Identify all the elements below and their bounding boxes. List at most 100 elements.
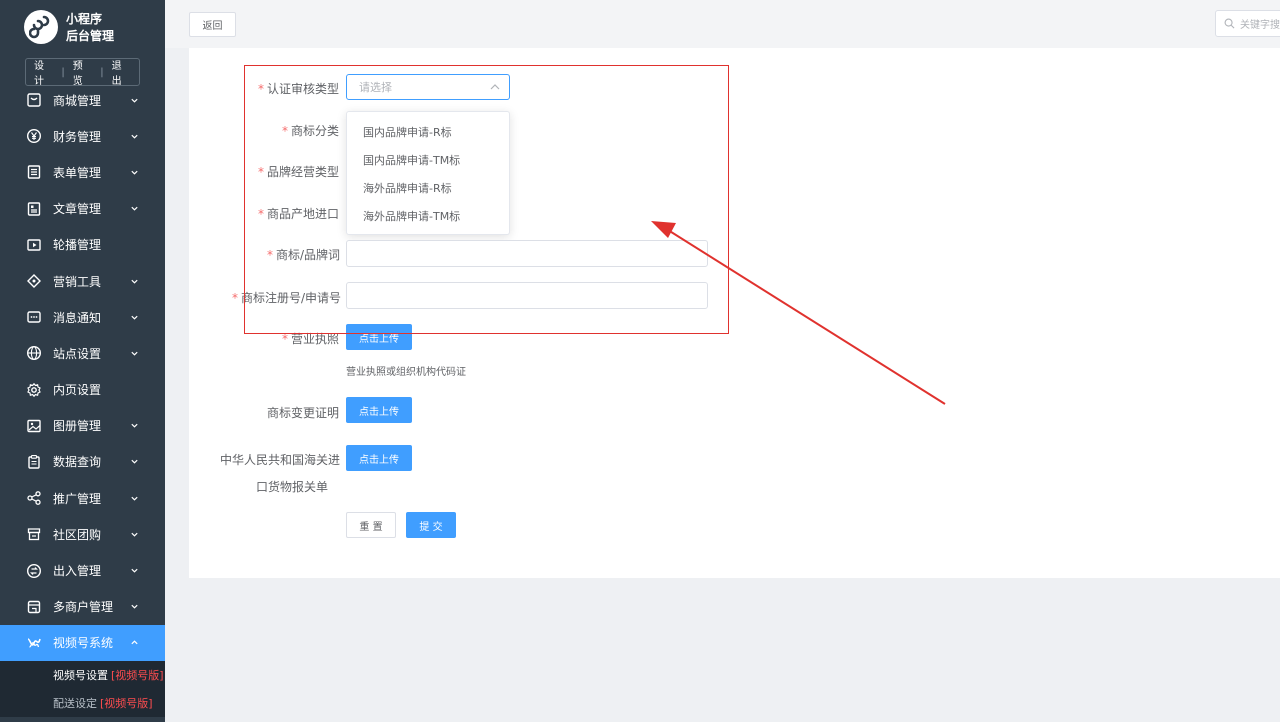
- logo-line2: 后台管理: [66, 29, 115, 43]
- sidebar-item-label: 数据查询: [53, 455, 102, 470]
- chevron-up-icon: [490, 84, 500, 90]
- sidebar-item[interactable]: 视频号系统: [0, 624, 165, 661]
- logo-line1: 小程序: [66, 12, 103, 26]
- audit-type-select[interactable]: 请选择: [346, 74, 510, 100]
- chevron-down-icon: [131, 170, 138, 175]
- customs-label-line1: 中华人民共和国海关进: [220, 453, 341, 467]
- sidebar-item-label: 多商户管理: [53, 600, 114, 615]
- globe-icon: [26, 346, 42, 361]
- license-label: * 营业执照: [282, 332, 340, 346]
- video-icon: [27, 638, 41, 648]
- submenu-item[interactable]: 视频号设置 [视频号版]: [0, 661, 165, 689]
- merchant-icon: [27, 600, 41, 613]
- sidebar-item[interactable]: 商城管理: [0, 82, 165, 118]
- dropdown-option[interactable]: 海外品牌申请-TM标: [347, 202, 509, 230]
- brand-word-input[interactable]: [346, 240, 708, 267]
- chevron-down-icon: [131, 134, 138, 139]
- brand-type-label: * 品牌经营类型: [258, 165, 340, 179]
- clipboard-icon: [28, 455, 40, 469]
- sidebar-item-label: 表单管理: [53, 165, 102, 180]
- sidebar-item[interactable]: 文章管理: [0, 191, 165, 227]
- chevron-down-icon: [131, 206, 138, 211]
- exchange-icon: [26, 563, 42, 578]
- chevron-down-icon: [131, 98, 138, 103]
- sidebar-item[interactable]: 数据查询: [0, 444, 165, 480]
- sidebar-item-label: 站点设置: [53, 346, 102, 361]
- search-input[interactable]: 关键字搜: [1215, 10, 1280, 37]
- article-icon: [27, 201, 41, 216]
- brand-word-label: * 商标/品牌词: [267, 248, 341, 262]
- sidebar-item[interactable]: 多商户管理: [0, 589, 165, 625]
- sidebar-item-label: 商城管理: [53, 93, 102, 108]
- sidebar-item-label: 出入管理: [53, 564, 102, 579]
- chevron-down-icon: [131, 424, 138, 428]
- sidebar-item[interactable]: 表单管理: [0, 154, 165, 190]
- sidebar-item[interactable]: 营销工具: [0, 263, 165, 299]
- sidebar-item[interactable]: 轮播管理: [0, 227, 165, 263]
- form-icon: [27, 165, 41, 180]
- customs-upload-button[interactable]: 点击上传: [346, 445, 412, 471]
- dropdown-option[interactable]: 国内品牌申请-TM标: [347, 146, 509, 174]
- license-upload-button[interactable]: 点击上传: [346, 324, 412, 350]
- sidebar: 小程序 后台管理 设计 | 预览 | 退出 商城管理 财务管理 表单管理 文章管理 轮播…: [0, 0, 165, 722]
- search-placeholder: 关键字搜: [1240, 20, 1280, 31]
- reset-button[interactable]: 重 置: [346, 512, 396, 538]
- category-label: * 商标分类: [282, 124, 340, 138]
- change-cert-upload-button[interactable]: 点击上传: [346, 397, 412, 423]
- origin-import-label: * 商品产地进口: [258, 207, 340, 221]
- chevron-down-icon: [131, 568, 138, 573]
- image-icon: [27, 419, 41, 432]
- dropdown-option[interactable]: 国内品牌申请-R标: [347, 118, 509, 146]
- license-hint: 营业执照或组织机构代码证: [346, 367, 466, 378]
- customs-label-line2: 口货物报关单: [256, 480, 329, 494]
- chevron-down-icon: [131, 279, 138, 284]
- tag-icon: [27, 274, 41, 289]
- submenu-item[interactable]: 配送设定 [视频号版]: [0, 689, 165, 717]
- share-icon: [27, 491, 41, 506]
- yen-icon: [26, 129, 42, 144]
- dropdown-option[interactable]: 海外品牌申请-R标: [347, 174, 509, 202]
- sidebar-item[interactable]: 内页设置: [0, 372, 165, 408]
- chevron-down-icon: [131, 532, 138, 537]
- logo-text: 小程序 后台管理: [66, 11, 114, 45]
- sidebar-item[interactable]: 财务管理: [0, 118, 165, 154]
- mini-program-logo-icon: [24, 10, 58, 44]
- sidebar-item-label: 图册管理: [53, 419, 102, 434]
- submenu-item-tag: [视频号版]: [111, 669, 164, 682]
- carousel-icon: [27, 239, 41, 251]
- sidebar-item[interactable]: 站点设置: [0, 335, 165, 371]
- submenu-item-label: 视频号设置: [53, 669, 108, 682]
- sidebar-item-label: 社区团购: [53, 527, 102, 542]
- logo: 小程序 后台管理: [0, 0, 165, 56]
- submenu-item-tag: [视频号版]: [100, 697, 153, 710]
- sidebar-item-label: 营销工具: [53, 274, 102, 289]
- submenu-item-label: 配送设定: [53, 697, 97, 710]
- change-cert-label: 商标变更证明: [267, 406, 340, 420]
- sidebar-item-label: 财务管理: [53, 129, 102, 144]
- sidebar-item-label: 推广管理: [53, 491, 102, 506]
- chevron-down-icon: [131, 460, 138, 465]
- top-bar: 返回 关键字搜: [165, 0, 1280, 48]
- sidebar-item[interactable]: 图册管理: [0, 408, 165, 444]
- shop-icon: [27, 93, 41, 107]
- gear-icon: [27, 382, 41, 397]
- sidebar-item[interactable]: 社区团购: [0, 516, 165, 552]
- back-button[interactable]: 返回: [189, 12, 236, 37]
- reg-number-label: * 商标注册号/申请号: [232, 291, 342, 305]
- store-icon: [27, 528, 41, 541]
- reg-number-input[interactable]: [346, 282, 708, 309]
- audit-type-label: * 认证审核类型: [258, 82, 340, 96]
- sidebar-item[interactable]: 消息通知: [0, 299, 165, 335]
- submit-button[interactable]: 提 交: [406, 512, 456, 538]
- sidebar-item-label: 内页设置: [53, 383, 102, 398]
- sidebar-item[interactable]: 出入管理: [0, 552, 165, 588]
- audit-type-dropdown: 国内品牌申请-R标 国内品牌申请-TM标 海外品牌申请-R标 海外品牌申请-TM…: [346, 111, 510, 235]
- message-icon: [27, 311, 41, 323]
- sidebar-item-label: 消息通知: [53, 310, 102, 325]
- sidebar-item-label: 视频号系统: [53, 636, 114, 651]
- chevron-down-icon: [131, 604, 138, 609]
- chevron-down-icon: [131, 315, 138, 320]
- sidebar-item[interactable]: 推广管理: [0, 480, 165, 516]
- sidebar-item-label: 文章管理: [53, 202, 102, 217]
- chevron-up-icon: [131, 640, 138, 645]
